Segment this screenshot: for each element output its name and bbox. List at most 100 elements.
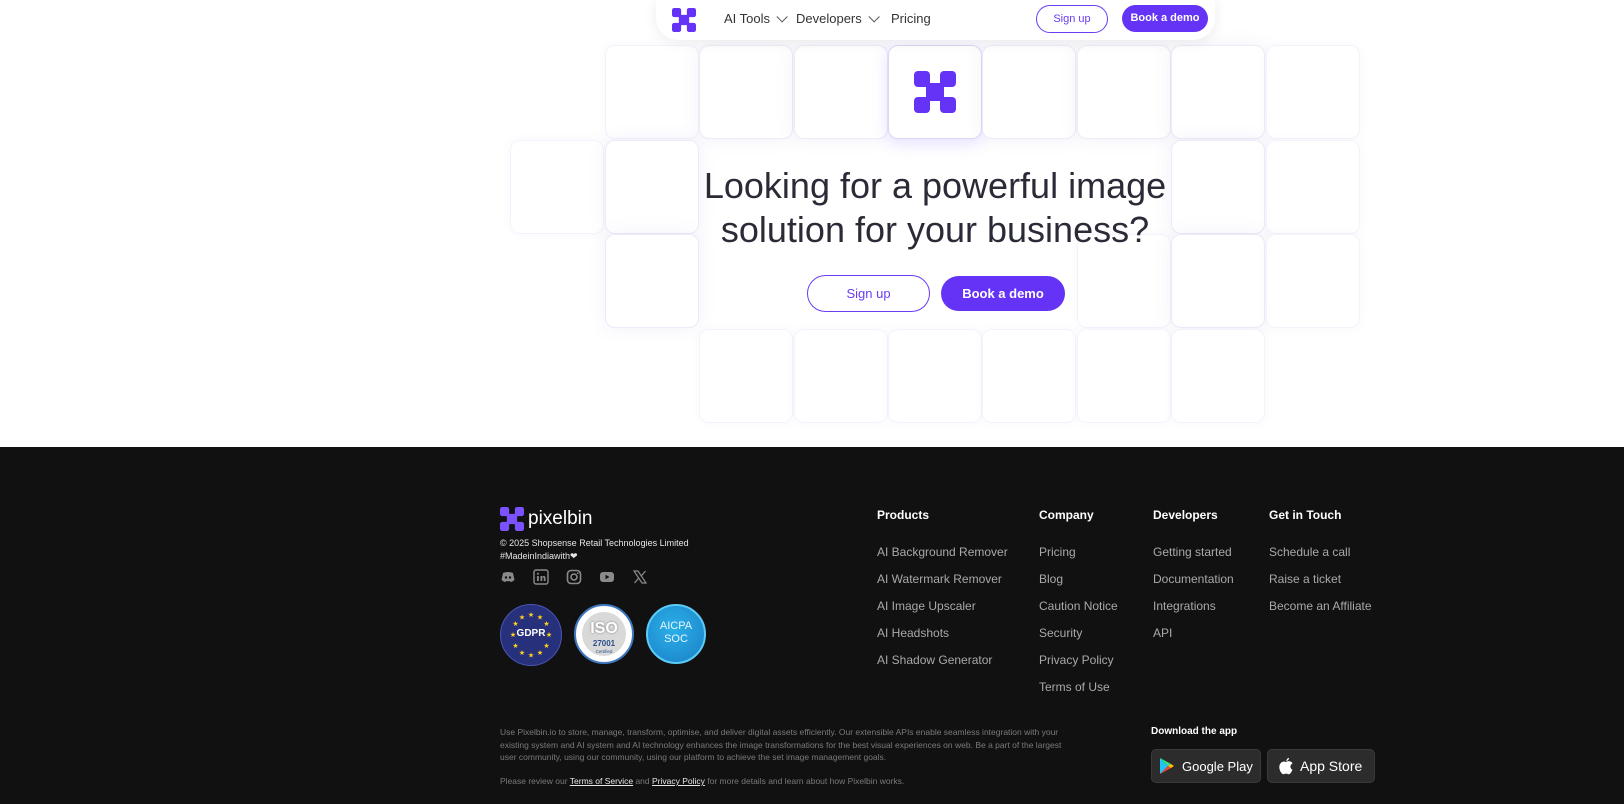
social-links bbox=[500, 569, 648, 585]
grid-tile bbox=[1266, 140, 1360, 234]
grid-tile bbox=[1077, 45, 1171, 139]
grid-tile bbox=[1077, 329, 1171, 423]
footer-link-pricing[interactable]: Pricing bbox=[1039, 545, 1076, 559]
footer-link-security[interactable]: Security bbox=[1039, 626, 1082, 640]
footer-link-privacy-policy[interactable]: Privacy Policy bbox=[1039, 653, 1114, 667]
nav-item-label: AI Tools bbox=[724, 11, 771, 26]
hero-logo-tile bbox=[888, 45, 982, 139]
aicpa-label: AICPA bbox=[659, 620, 693, 632]
gdpr-badge: ★ ★ ★ ★ ★ ★ ★ ★ ★ ★ ★ ★ GDPR bbox=[500, 604, 562, 666]
app-store-button[interactable]: App Store bbox=[1267, 749, 1375, 783]
google-play-icon bbox=[1160, 758, 1174, 774]
grid-tile bbox=[699, 329, 793, 423]
aicpa-soc-badge: AICPA SOC bbox=[646, 604, 706, 664]
grid-tile bbox=[1171, 45, 1265, 139]
grid-tile bbox=[794, 329, 888, 423]
apple-icon bbox=[1279, 757, 1293, 775]
footer-link-ai-headshots[interactable]: AI Headshots bbox=[877, 626, 949, 640]
footer-link-raise-a-ticket[interactable]: Raise a ticket bbox=[1269, 572, 1341, 586]
svg-text:★: ★ bbox=[512, 642, 518, 650]
linkedin-icon[interactable] bbox=[533, 569, 549, 585]
nav-item-developers[interactable]: Developers bbox=[796, 10, 880, 26]
footer-link-caution-notice[interactable]: Caution Notice bbox=[1039, 599, 1118, 613]
footer-link-become-an-affiliate[interactable]: Become an Affiliate bbox=[1269, 599, 1372, 613]
svg-text:★: ★ bbox=[537, 614, 543, 622]
footer-link-ai-shadow-generator[interactable]: AI Shadow Generator bbox=[877, 653, 992, 667]
footer: pixelbin © 2025 Shopsense Retail Technol… bbox=[0, 447, 1624, 804]
footer-link-terms-of-use[interactable]: Terms of Use bbox=[1039, 680, 1110, 694]
grid-tile bbox=[1266, 234, 1360, 328]
grid-tile bbox=[699, 45, 793, 139]
review-notice: Please review our Terms of Service and P… bbox=[500, 776, 904, 786]
hero-headline: Looking for a powerful image solution fo… bbox=[612, 164, 1258, 252]
svg-text:★: ★ bbox=[512, 620, 518, 628]
footer-link-ai-image-upscaler[interactable]: AI Image Upscaler bbox=[877, 599, 976, 613]
iso-certified-text: Certified bbox=[595, 649, 613, 654]
nav-logo[interactable] bbox=[672, 8, 696, 37]
grid-tile bbox=[605, 45, 699, 139]
brand-name: pixelbin bbox=[528, 508, 593, 529]
hero-headline-line-1: Looking for a powerful image bbox=[703, 165, 1167, 206]
svg-text:★: ★ bbox=[537, 649, 543, 657]
grid-tile bbox=[888, 329, 982, 423]
x-icon[interactable] bbox=[632, 569, 648, 585]
privacy-policy-link[interactable]: Privacy Policy bbox=[652, 776, 705, 786]
pixelbin-logo-icon bbox=[500, 507, 524, 531]
hero-section: AI Tools Developers Pricing Sign up Book… bbox=[0, 0, 1624, 447]
discord-icon[interactable] bbox=[500, 569, 516, 585]
footer-link-schedule-a-call[interactable]: Schedule a call bbox=[1269, 545, 1350, 559]
svg-text:★: ★ bbox=[519, 614, 525, 622]
chevron-down-icon bbox=[868, 10, 880, 23]
top-navbar: AI Tools Developers Pricing Sign up Book… bbox=[656, 0, 1215, 40]
svg-text:★: ★ bbox=[519, 649, 525, 657]
footer-brand[interactable]: pixelbin bbox=[500, 507, 592, 531]
footer-column-title-get-in-touch: Get in Touch bbox=[1269, 508, 1342, 522]
download-app-title: Download the app bbox=[1151, 726, 1238, 737]
google-play-label: Google Play bbox=[1182, 758, 1253, 774]
nav-item-pricing[interactable]: Pricing bbox=[891, 11, 931, 26]
footer-link-integrations[interactable]: Integrations bbox=[1153, 599, 1216, 613]
grid-tile bbox=[510, 140, 604, 234]
nav-book-demo-button[interactable]: Book a demo bbox=[1122, 5, 1208, 32]
nav-item-label: Developers bbox=[796, 11, 862, 26]
review-suffix: for more details and learn about how Pix… bbox=[704, 776, 905, 786]
footer-link-api[interactable]: API bbox=[1153, 626, 1172, 640]
footer-link-documentation[interactable]: Documentation bbox=[1153, 572, 1234, 586]
footer-column-title-company: Company bbox=[1039, 508, 1094, 522]
nav-signup-button[interactable]: Sign up bbox=[1036, 5, 1108, 33]
certification-badges: ★ ★ ★ ★ ★ ★ ★ ★ ★ ★ ★ ★ GDPR ISO 27001 Certified… bbox=[500, 604, 706, 666]
footer-link-ai-background-remover[interactable]: AI Background Remover bbox=[877, 545, 1008, 559]
pixelbin-logo-icon bbox=[672, 8, 696, 32]
made-in-india-text: #MadeinIndiawith❤ bbox=[500, 551, 578, 561]
review-and: and bbox=[633, 776, 652, 786]
nav-item-label: Pricing bbox=[891, 11, 931, 26]
hero-book-demo-button[interactable]: Book a demo bbox=[941, 276, 1065, 311]
grid-tile bbox=[794, 45, 888, 139]
instagram-icon[interactable] bbox=[566, 569, 582, 585]
google-play-button[interactable]: Google Play bbox=[1151, 749, 1261, 783]
footer-link-blog[interactable]: Blog bbox=[1039, 572, 1063, 586]
svg-text:★: ★ bbox=[528, 652, 534, 660]
chevron-down-icon bbox=[776, 10, 788, 23]
terms-of-service-link[interactable]: Terms of Service bbox=[570, 776, 633, 786]
review-prefix: Please review our bbox=[500, 776, 570, 786]
hero-signup-button[interactable]: Sign up bbox=[807, 275, 930, 312]
hero-headline-line-2: solution for your business? bbox=[720, 209, 1150, 250]
grid-tile bbox=[982, 45, 1076, 139]
footer-link-getting-started[interactable]: Getting started bbox=[1153, 545, 1232, 559]
svg-text:★: ★ bbox=[528, 611, 534, 619]
youtube-icon[interactable] bbox=[599, 569, 615, 585]
copyright-block: © 2025 Shopsense Retail Technologies Lim… bbox=[500, 537, 689, 563]
footer-column-title-developers: Developers bbox=[1153, 508, 1218, 522]
grid-tile bbox=[1266, 45, 1360, 139]
pixelbin-logo-icon bbox=[914, 71, 956, 113]
footer-link-ai-watermark-remover[interactable]: AI Watermark Remover bbox=[877, 572, 1002, 586]
iso-badge: ISO 27001 Certified bbox=[574, 604, 634, 664]
iso-label: ISO bbox=[590, 620, 618, 637]
copyright-text: © 2025 Shopsense Retail Technologies Lim… bbox=[500, 538, 689, 548]
svg-text:★: ★ bbox=[543, 620, 549, 628]
about-text: Use Pixelbin.io to store, manage, transf… bbox=[500, 727, 1062, 762]
iso-number: 27001 bbox=[592, 639, 616, 648]
nav-item-ai-tools[interactable]: AI Tools bbox=[724, 10, 788, 26]
grid-tile bbox=[982, 329, 1076, 423]
